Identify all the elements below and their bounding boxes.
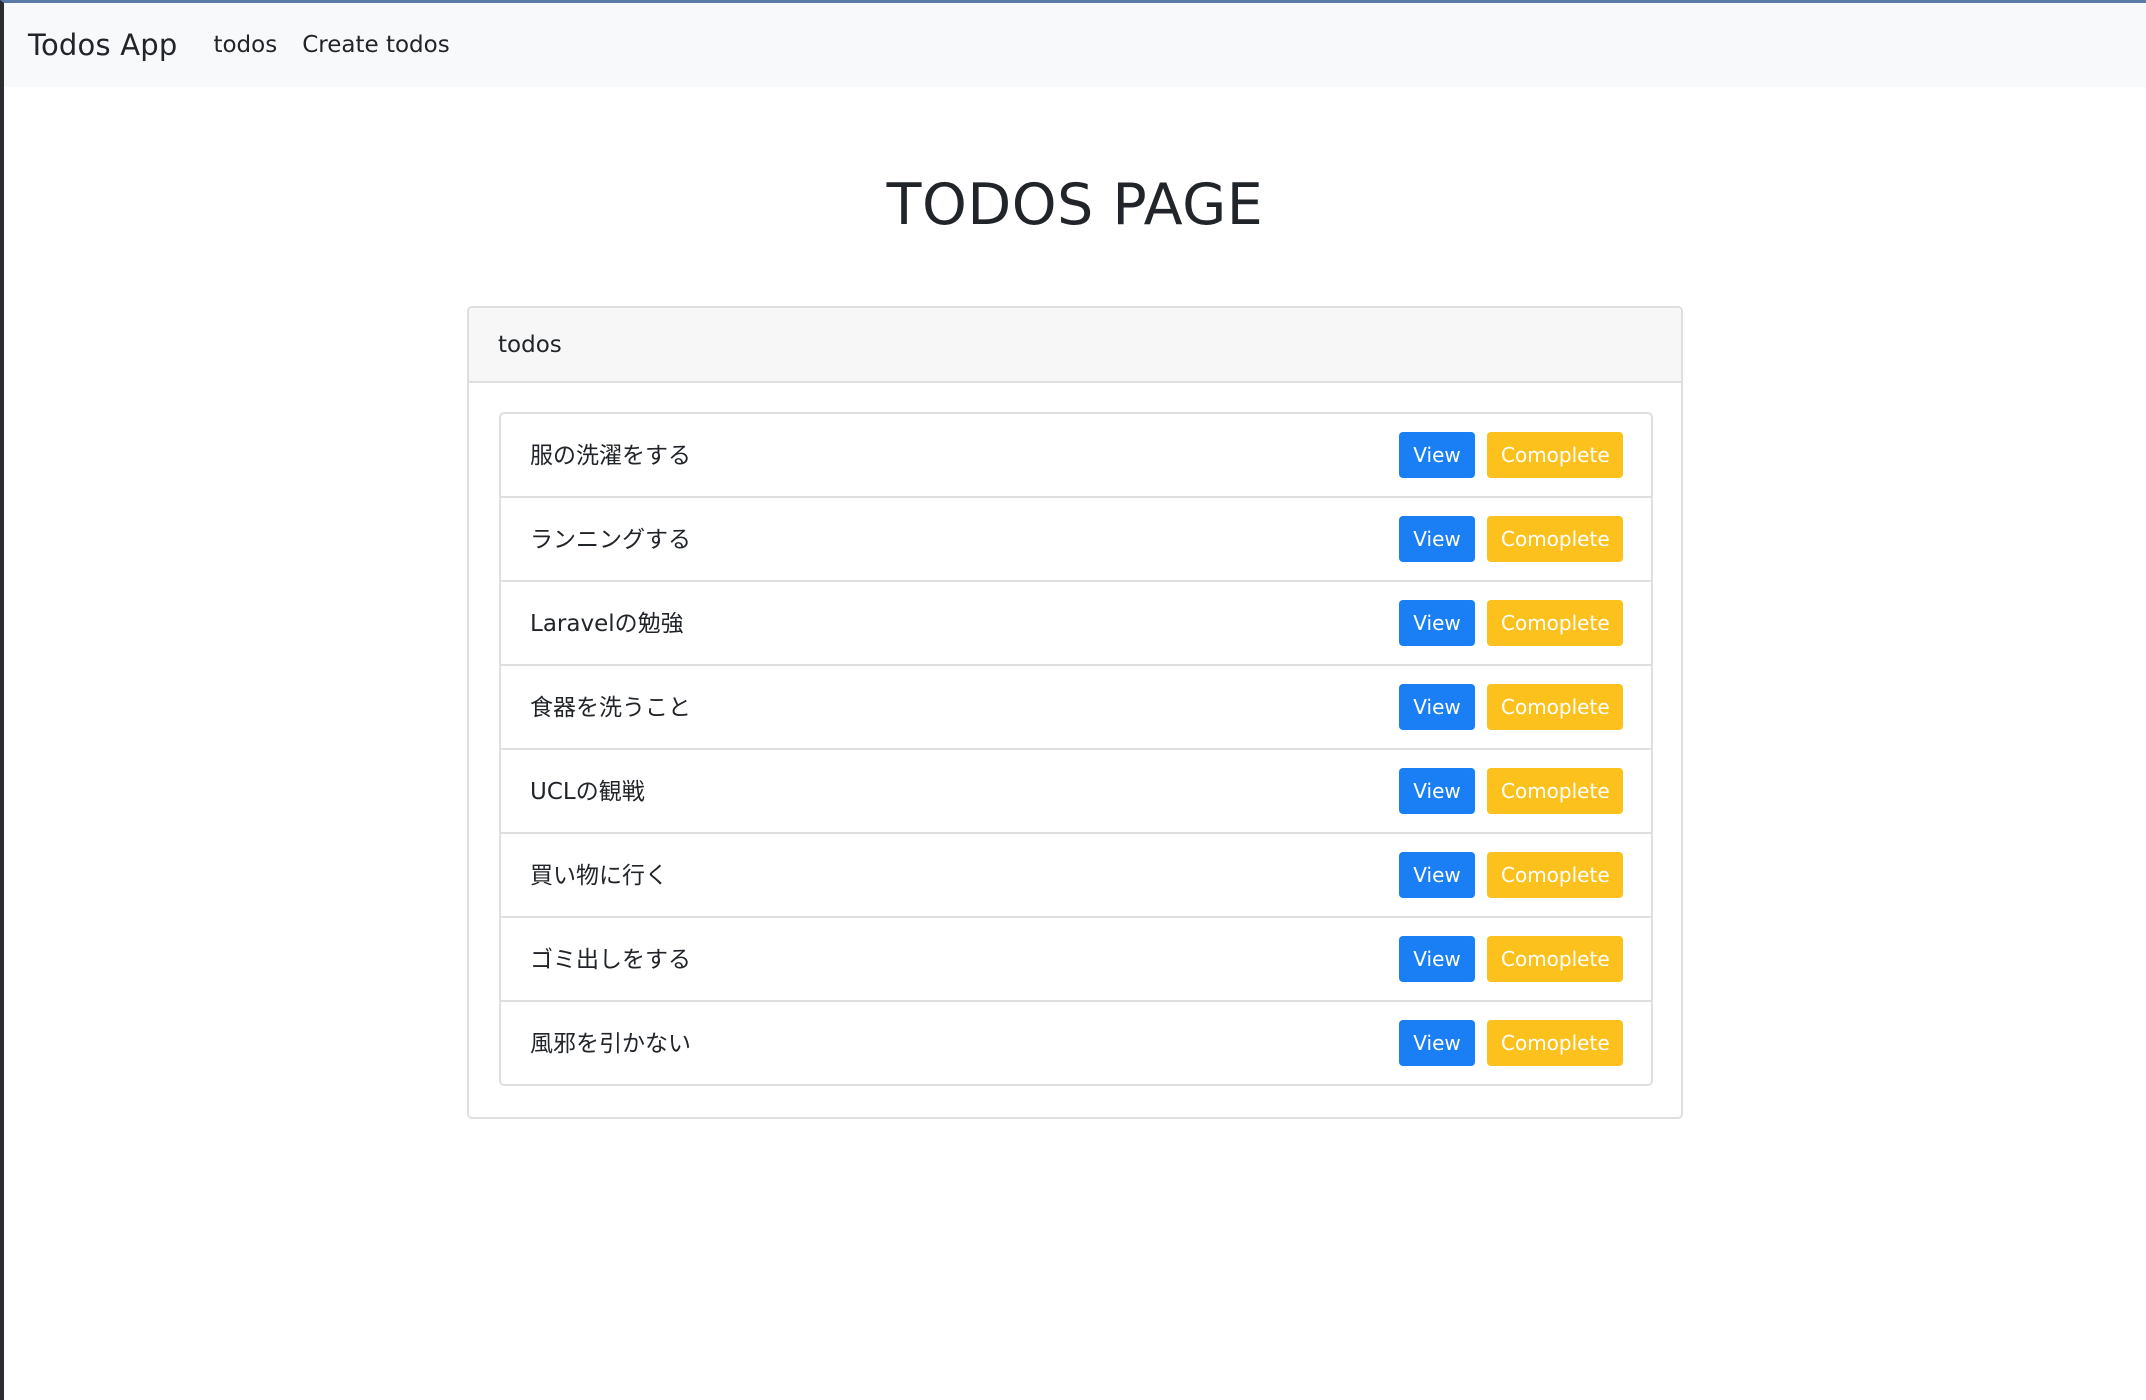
- todo-item: 買い物に行く View Comoplete: [501, 834, 1651, 918]
- nav-link-todos[interactable]: todos: [213, 32, 277, 58]
- todo-item: UCLの観戦 View Comoplete: [501, 750, 1651, 834]
- todo-actions: View Comoplete: [1399, 516, 1623, 562]
- todo-item: ランニングする View Comoplete: [501, 498, 1651, 582]
- view-button[interactable]: View: [1399, 936, 1475, 982]
- todo-text: 買い物に行く: [530, 863, 668, 889]
- complete-button[interactable]: Comoplete: [1487, 768, 1623, 814]
- view-button[interactable]: View: [1399, 432, 1475, 478]
- complete-button[interactable]: Comoplete: [1487, 516, 1623, 562]
- todo-item: 食器を洗うこと View Comoplete: [501, 666, 1651, 750]
- complete-button[interactable]: Comoplete: [1487, 684, 1623, 730]
- page-title: TODOS PAGE: [886, 172, 1264, 238]
- todo-text: UCLの観戦: [530, 779, 645, 805]
- complete-button[interactable]: Comoplete: [1487, 432, 1623, 478]
- todo-actions: View Comoplete: [1399, 432, 1623, 478]
- browser-viewport: Todos App todos Create todos TODOS PAGE …: [0, 0, 2146, 1400]
- todo-text: ランニングする: [530, 527, 691, 553]
- todo-text: ゴミ出しをする: [530, 947, 691, 973]
- nav-link-create-todos[interactable]: Create todos: [302, 32, 449, 58]
- todo-text: 服の洗濯をする: [530, 443, 691, 469]
- todo-text: 風邪を引かない: [530, 1031, 691, 1057]
- todo-actions: View Comoplete: [1399, 936, 1623, 982]
- todo-actions: View Comoplete: [1399, 768, 1623, 814]
- navbar: Todos App todos Create todos: [4, 3, 2146, 87]
- todo-text: 食器を洗うこと: [530, 695, 691, 721]
- view-button[interactable]: View: [1399, 516, 1475, 562]
- view-button[interactable]: View: [1399, 684, 1475, 730]
- todo-actions: View Comoplete: [1399, 852, 1623, 898]
- card-header: todos: [469, 308, 1681, 383]
- todos-card: todos 服の洗濯をする View Comoplete ランニングする Vie…: [467, 306, 1683, 1119]
- complete-button[interactable]: Comoplete: [1487, 600, 1623, 646]
- todo-text: Laravelの勉強: [530, 611, 684, 637]
- brand-link[interactable]: Todos App: [28, 28, 177, 62]
- todo-item: ゴミ出しをする View Comoplete: [501, 918, 1651, 1002]
- todo-actions: View Comoplete: [1399, 684, 1623, 730]
- view-button[interactable]: View: [1399, 852, 1475, 898]
- todo-item: 服の洗濯をする View Comoplete: [501, 414, 1651, 498]
- complete-button[interactable]: Comoplete: [1487, 1020, 1623, 1066]
- todo-item: Laravelの勉強 View Comoplete: [501, 582, 1651, 666]
- complete-button[interactable]: Comoplete: [1487, 936, 1623, 982]
- todo-actions: View Comoplete: [1399, 1020, 1623, 1066]
- todo-list: 服の洗濯をする View Comoplete ランニングする View Como…: [499, 412, 1653, 1086]
- view-button[interactable]: View: [1399, 1020, 1475, 1066]
- todo-item: 風邪を引かない View Comoplete: [501, 1002, 1651, 1084]
- view-button[interactable]: View: [1399, 600, 1475, 646]
- view-button[interactable]: View: [1399, 768, 1475, 814]
- todo-actions: View Comoplete: [1399, 600, 1623, 646]
- complete-button[interactable]: Comoplete: [1487, 852, 1623, 898]
